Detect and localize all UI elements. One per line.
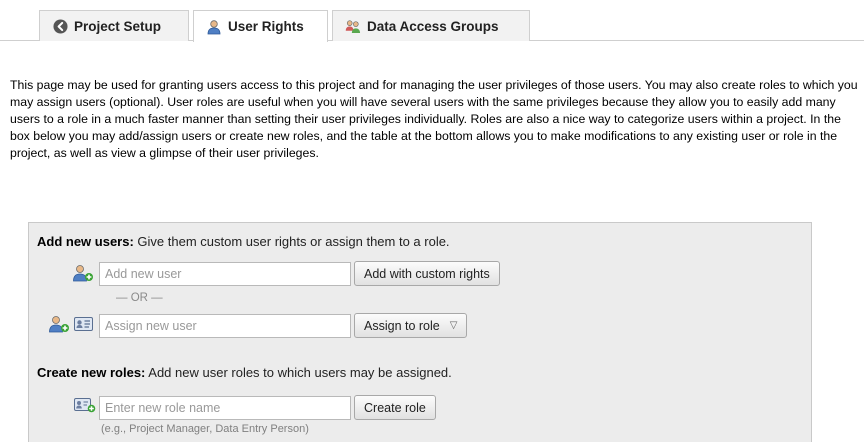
circle-left-arrow-icon (52, 18, 68, 34)
tab-label: Project Setup (74, 18, 162, 34)
assign-to-role-label: Assign to role (364, 318, 440, 333)
id-card-icon (74, 317, 93, 331)
create-roles-subtitle: Add new user roles to which users may be… (148, 365, 452, 380)
create-roles-title: Create new roles: (37, 365, 146, 380)
add-users-subtitle: Give them custom user rights or assign t… (137, 234, 450, 249)
group-icon (345, 18, 361, 34)
add-with-custom-rights-button[interactable]: Add with custom rights (354, 261, 500, 286)
tab-label: Data Access Groups (367, 18, 499, 34)
page-description: This page may be used for granting users… (10, 78, 858, 160)
assign-user-icon (48, 315, 70, 333)
user-management-panel: Add new users: Give them custom user rig… (28, 222, 812, 442)
or-separator: — OR — (116, 292, 163, 304)
tab-user-rights[interactable]: User Rights (193, 10, 328, 42)
create-role-button[interactable]: Create role (354, 395, 436, 420)
add-user-icon (72, 264, 94, 282)
chevron-down-icon: ▽ (449, 320, 458, 331)
add-users-title: Add new users: (37, 234, 134, 249)
role-name-hint: (e.g., Project Manager, Data Entry Perso… (101, 423, 309, 435)
user-icon (206, 19, 222, 35)
add-new-user-input[interactable] (99, 262, 351, 286)
tab-label: User Rights (228, 19, 304, 34)
tab-bar: Project Setup User Rights Data Access Gr… (0, 0, 864, 42)
assign-to-role-button[interactable]: Assign to role ▽ (354, 313, 468, 338)
add-users-heading: Add new users: Give them custom user rig… (37, 234, 450, 249)
tab-project-setup[interactable]: Project Setup (39, 10, 189, 41)
assign-new-user-input[interactable] (99, 314, 351, 338)
new-role-name-input[interactable] (99, 396, 351, 420)
create-roles-heading: Create new roles: Add new user roles to … (37, 365, 452, 380)
tab-data-access-groups[interactable]: Data Access Groups (332, 10, 530, 41)
user-rights-page: Project Setup User Rights Data Access Gr… (0, 0, 864, 442)
add-role-icon (74, 398, 96, 413)
